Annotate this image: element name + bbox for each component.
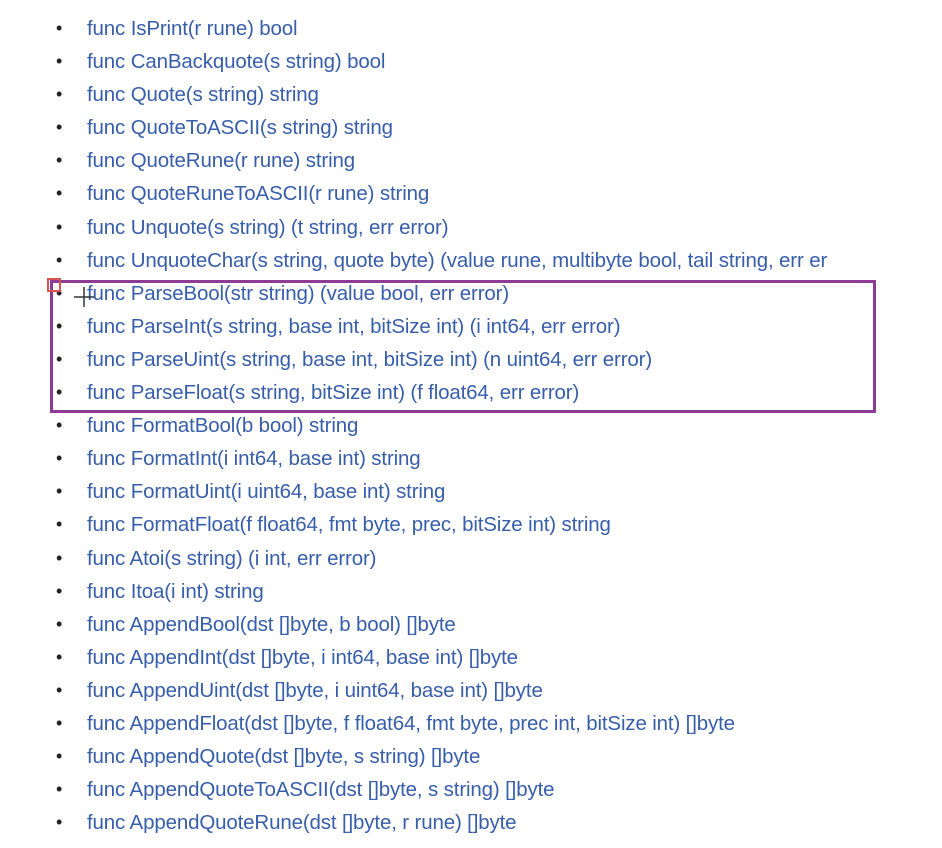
function-link[interactable]: func ParseInt(s string, base int, bitSiz… — [87, 315, 621, 338]
function-link[interactable]: func UnquoteChar(s string, quote byte) (… — [87, 249, 827, 272]
bullet-icon: • — [56, 18, 63, 38]
function-link[interactable]: func QuoteRune(r rune) string — [87, 149, 355, 172]
list-item: • func FormatUint(i uint64, base int) str… — [0, 475, 942, 508]
crosshair-cursor-icon — [74, 287, 94, 307]
bullet-icon: • — [56, 580, 63, 601]
list-item: • func Unquote(s string) (t string, err e… — [0, 211, 942, 244]
function-link[interactable]: func FormatInt(i int64, base int) string — [87, 447, 421, 470]
function-link[interactable]: func FormatUint(i uint64, base int) stri… — [87, 480, 445, 503]
list-item: • func Itoa(i int) string — [0, 575, 942, 608]
list-item: • func QuoteRuneToASCII(r rune) string — [0, 177, 942, 210]
function-link[interactable]: func QuoteToASCII(s string) string — [87, 116, 393, 139]
list-item: • func Quote(s string) string — [0, 78, 942, 111]
function-link[interactable]: func AppendQuote(dst []byte, s string) [… — [87, 745, 480, 768]
list-item: • func IsPrint(r rune) bool — [0, 12, 942, 45]
bullet-icon: • — [56, 746, 63, 767]
function-link[interactable]: func CanBackquote(s string) bool — [87, 50, 385, 73]
list-item: • func FormatFloat(f float64, fmt byte, p… — [0, 508, 942, 541]
function-link[interactable]: func AppendBool(dst []byte, b bool) []by… — [87, 613, 456, 636]
bullet-icon: • — [56, 646, 63, 667]
bullet-icon: • — [56, 712, 63, 733]
list-item: • func ParseUint(s string, base int, bitS… — [0, 343, 942, 376]
bullet-icon: • — [56, 315, 63, 336]
bullet-icon: • — [56, 415, 63, 436]
function-link[interactable]: func Atoi(s string) (i int, err error) — [87, 547, 376, 570]
list-item: • func AppendQuoteRune(dst []byte, r rune… — [0, 806, 942, 839]
function-link[interactable]: func AppendQuoteRune(dst []byte, r rune)… — [87, 811, 517, 834]
bullet-icon: • — [56, 150, 63, 171]
bullet-icon: • — [56, 348, 63, 369]
function-link[interactable]: func ParseFloat(s string, bitSize int) (… — [87, 381, 579, 404]
list-item: • func FormatBool(b bool) string — [0, 409, 942, 442]
bullet-icon: • — [56, 812, 63, 833]
function-link[interactable]: func IsPrint(r rune) bool — [87, 17, 298, 40]
function-link[interactable]: func ParseUint(s string, base int, bitSi… — [87, 348, 652, 371]
list-item: • func FormatInt(i int64, base int) strin… — [0, 442, 942, 475]
bullet-icon: • — [56, 216, 63, 237]
function-link[interactable]: func QuoteRuneToASCII(r rune) string — [87, 182, 429, 205]
bullet-icon: • — [56, 613, 63, 634]
bullet-icon: • — [56, 51, 63, 72]
list-item: • func ParseFloat(s string, bitSize int) … — [0, 376, 942, 409]
bullet-icon: • — [56, 183, 63, 204]
list-item: • func ParseBool(str string) (value bool,… — [0, 277, 942, 310]
function-link[interactable]: func AppendFloat(dst []byte, f float64, … — [87, 712, 735, 735]
bullet-icon: • — [56, 779, 63, 800]
function-link[interactable]: func AppendInt(dst []byte, i int64, base… — [87, 646, 518, 669]
function-link[interactable]: func FormatBool(b bool) string — [87, 414, 358, 437]
list-item: • func CanBackquote(s string) bool — [0, 45, 942, 78]
bullet-icon: • — [56, 547, 63, 568]
bullet-icon: • — [56, 382, 63, 403]
bullet-icon: • — [56, 249, 63, 270]
function-link[interactable]: func Quote(s string) string — [87, 83, 319, 106]
function-link[interactable]: func Unquote(s string) (t string, err er… — [87, 216, 449, 239]
list-item: • func QuoteToASCII(s string) string — [0, 111, 942, 144]
list-item: • func QuoteRune(r rune) string — [0, 144, 942, 177]
bullet-icon: • — [56, 117, 63, 138]
bullet-icon: • — [56, 84, 63, 105]
list-item: • func AppendQuoteToASCII(dst []byte, s s… — [0, 773, 942, 806]
function-link[interactable]: func ParseBool(str string) (value bool, … — [87, 282, 509, 305]
function-link[interactable]: func Itoa(i int) string — [87, 580, 264, 603]
list-item: • func UnquoteChar(s string, quote byte) … — [0, 244, 942, 277]
list-item: • func Atoi(s string) (i int, err error) — [0, 542, 942, 575]
list-item: • func AppendBool(dst []byte, b bool) []b… — [0, 608, 942, 641]
function-link[interactable]: func AppendUint(dst []byte, i uint64, ba… — [87, 679, 543, 702]
bullet-icon: • — [56, 679, 63, 700]
bullet-icon: • — [56, 448, 63, 469]
list-item: • func AppendFloat(dst []byte, f float64,… — [0, 707, 942, 740]
bullet-icon: • — [56, 514, 63, 535]
function-index-page: • func IsPrint(r rune) bool • func CanBackq… — [0, 0, 942, 848]
list-item: • func AppendQuote(dst []byte, s string) … — [0, 740, 942, 773]
function-link[interactable]: func FormatFloat(f float64, fmt byte, pr… — [87, 513, 611, 536]
list-item: • func AppendInt(dst []byte, i int64, bas… — [0, 641, 942, 674]
bullet-icon: • — [56, 481, 63, 502]
list-item: • func AppendUint(dst []byte, i uint64, b… — [0, 674, 942, 707]
selection-corner-marker — [47, 278, 61, 292]
function-link[interactable]: func AppendQuoteToASCII(dst []byte, s st… — [87, 778, 555, 801]
list-item: • func ParseInt(s string, base int, bitSi… — [0, 310, 942, 343]
function-list: • func IsPrint(r rune) bool • func CanBackq… — [0, 12, 942, 839]
